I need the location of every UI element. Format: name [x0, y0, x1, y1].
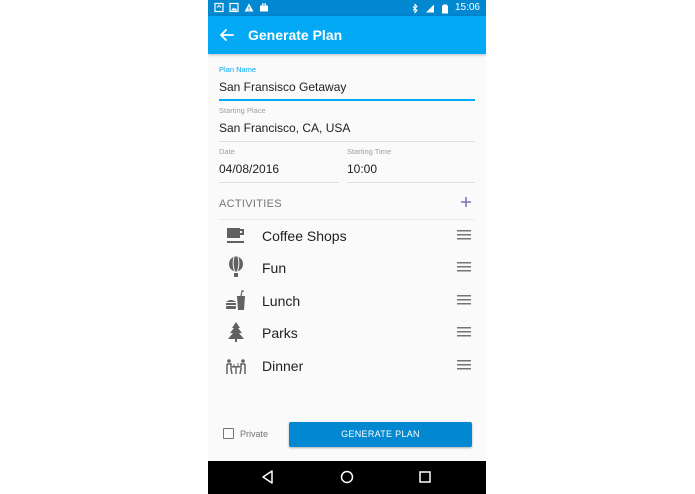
list-item-coffee-shops[interactable]: Coffee Shops [219, 220, 475, 252]
hot-air-balloon-icon [229, 256, 243, 277]
page-title: Generate Plan [248, 27, 343, 43]
list-item-fun[interactable]: Fun [219, 252, 475, 284]
recents-square-icon[interactable] [417, 469, 433, 485]
date-label: Date [219, 147, 235, 156]
private-checkbox[interactable] [223, 428, 234, 439]
list-item-parks[interactable]: Parks [219, 317, 475, 349]
home-circle-icon[interactable] [339, 469, 355, 485]
private-label: Private [240, 429, 269, 439]
plan-name-value[interactable]: San Fransisco Getaway [219, 80, 475, 94]
drag-handle-icon[interactable] [457, 327, 471, 337]
tree-icon [228, 322, 244, 342]
activity-label: Dinner [262, 358, 304, 374]
starting-place-field[interactable]: Starting Place San Francisco, CA, USA [219, 106, 475, 142]
app-bar: Generate Plan [208, 16, 486, 54]
phone-screen: 15:06 Generate Plan Plan Name San Fransi… [208, 0, 486, 494]
starting-place-value[interactable]: San Francisco, CA, USA [219, 121, 475, 135]
arrow-back-icon[interactable] [216, 24, 238, 46]
generate-plan-button[interactable]: GENERATE PLAN [289, 422, 472, 447]
date-field[interactable]: Date 04/08/2016 [219, 147, 339, 183]
starting-place-underline [219, 141, 475, 142]
starting-time-field[interactable]: Starting Time 10:00 [347, 147, 475, 183]
plan-name-field[interactable]: Plan Name San Fransisco Getaway [219, 65, 475, 101]
plus-icon[interactable] [459, 195, 473, 209]
list-item-lunch[interactable]: Lunch [219, 285, 475, 317]
starting-place-label: Starting Place [219, 106, 266, 115]
starting-time-underline [347, 182, 475, 183]
coffee-cup-icon [227, 228, 244, 243]
battery-icon [441, 4, 448, 13]
drag-handle-icon[interactable] [457, 295, 471, 305]
tasker-icon [214, 2, 224, 13]
briefcase-icon [260, 3, 268, 12]
drag-handle-icon[interactable] [457, 360, 471, 370]
warning-icon [244, 3, 254, 12]
activities-header: ACTIVITIES [219, 193, 475, 220]
plan-name-label: Plan Name [219, 65, 257, 74]
drag-handle-icon[interactable] [457, 262, 471, 272]
burger-drink-icon [226, 290, 245, 310]
status-bar: 15:06 [208, 0, 486, 16]
plan-name-underline [219, 99, 475, 101]
date-value[interactable]: 04/08/2016 [219, 162, 339, 176]
drag-handle-icon[interactable] [457, 230, 471, 240]
system-nav-bar [208, 461, 486, 494]
activity-label: Parks [262, 325, 298, 341]
starting-time-label: Starting Time [347, 147, 392, 156]
bluetooth-icon [412, 2, 418, 14]
starting-time-value[interactable]: 10:00 [347, 162, 475, 176]
activity-label: Fun [262, 260, 287, 276]
activities-title: ACTIVITIES [219, 198, 282, 210]
status-time: 15:06 [454, 2, 480, 13]
back-triangle-icon[interactable] [260, 469, 276, 485]
signal-icon [425, 4, 434, 12]
activity-label: Lunch [262, 293, 301, 309]
date-underline [219, 182, 339, 183]
activity-label: Coffee Shops [262, 228, 347, 244]
dining-table-icon [226, 359, 246, 375]
image-icon [229, 2, 239, 13]
list-item-dinner[interactable]: Dinner [219, 350, 475, 382]
